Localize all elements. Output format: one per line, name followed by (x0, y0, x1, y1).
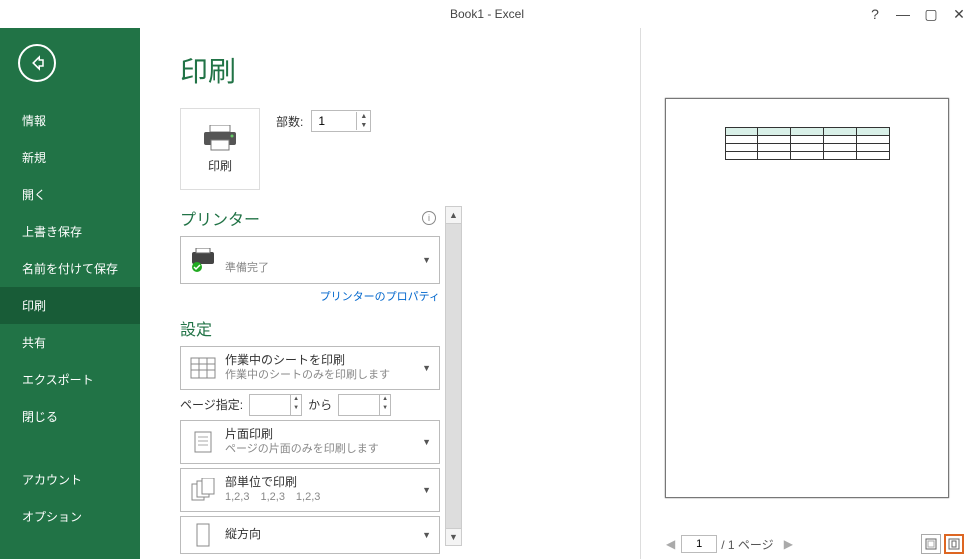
chevron-down-icon: ▼ (422, 530, 431, 540)
page-title: 印刷 (180, 50, 974, 90)
window-title: Book1 - Excel (450, 7, 524, 21)
print-preview (660, 98, 954, 519)
sidebar-item-share[interactable]: 共有 (0, 324, 140, 361)
page-total-label: / 1 ページ (717, 536, 777, 553)
sides-sub: ページの片面のみを印刷します (225, 442, 414, 456)
sidebar-item-new[interactable]: 新規 (0, 139, 140, 176)
chevron-down-icon: ▼ (422, 437, 431, 447)
help-icon[interactable]: ? (866, 6, 884, 22)
sides-title: 片面印刷 (225, 427, 414, 443)
arrow-left-icon (28, 54, 46, 72)
zoom-to-page-button[interactable] (944, 534, 964, 554)
sidebar-item-saveas[interactable]: 名前を付けて保存 (0, 250, 140, 287)
print-button[interactable]: 印刷 (180, 108, 260, 190)
sidebar-item-export[interactable]: エクスポート (0, 361, 140, 398)
zoom-icon (948, 538, 960, 550)
sidebar-item-save[interactable]: 上書き保存 (0, 213, 140, 250)
scroll-up-icon[interactable]: ▲ (446, 207, 461, 224)
page-from-stepper[interactable]: ▲▼ (249, 394, 302, 416)
printer-icon (202, 125, 238, 151)
back-button[interactable] (18, 44, 56, 82)
sidebar-item-options[interactable]: オプション (0, 498, 140, 535)
print-what-dropdown[interactable]: 作業中のシートを印刷作業中のシートのみを印刷します ▼ (180, 346, 440, 390)
show-margins-button[interactable] (921, 534, 941, 554)
chevron-down-icon: ▼ (422, 485, 431, 495)
printer-properties-link[interactable]: プリンターのプロパティ (180, 288, 440, 304)
print-what-title: 作業中のシートを印刷 (225, 353, 414, 369)
copies-label: 部数: (276, 113, 303, 130)
collate-title: 部単位で印刷 (225, 475, 414, 491)
chevron-down-icon: ▼ (422, 363, 431, 373)
sides-dropdown[interactable]: 片面印刷ページの片面のみを印刷します ▼ (180, 420, 440, 464)
chevron-down-icon: ▼ (422, 255, 431, 265)
collate-sub: 1,2,3 1,2,3 1,2,3 (225, 490, 414, 504)
copies-up-icon[interactable]: ▲ (357, 112, 370, 121)
preview-footer: ◀ / 1 ページ ▶ (660, 534, 964, 554)
settings-section-title: 設定 (180, 316, 212, 340)
orientation-title: 縦方向 (225, 527, 414, 543)
printer-status-text: 準備完了 (225, 261, 414, 275)
titlebar: Book1 - Excel ? — ▢ ✕ (0, 0, 974, 28)
close-button[interactable]: ✕ (950, 6, 968, 23)
printer-dropdown[interactable]: 準備完了 ▼ (180, 236, 440, 284)
page-to-stepper[interactable]: ▲▼ (338, 394, 391, 416)
sheets-icon (189, 356, 217, 380)
current-page-input[interactable] (681, 535, 717, 553)
printer-status-icon (189, 248, 217, 272)
sidebar-item-info[interactable]: 情報 (0, 102, 140, 139)
copies-stepper[interactable]: ▲▼ (311, 110, 371, 132)
settings-scrollbar[interactable]: ▲ ▼ (445, 206, 462, 546)
next-page-button[interactable]: ▶ (778, 537, 799, 551)
copies-input[interactable] (312, 114, 356, 128)
sidebar-item-close[interactable]: 閉じる (0, 398, 140, 435)
preview-page (665, 98, 949, 498)
info-icon[interactable]: i (422, 211, 436, 225)
minimize-button[interactable]: — (894, 6, 912, 22)
portrait-icon (189, 523, 217, 547)
print-what-sub: 作業中のシートのみを印刷します (225, 368, 414, 382)
collate-dropdown[interactable]: 部単位で印刷1,2,3 1,2,3 1,2,3 ▼ (180, 468, 440, 512)
window-controls: ? — ▢ ✕ (866, 6, 968, 23)
page-from-input[interactable] (250, 395, 290, 415)
copies-down-icon[interactable]: ▼ (357, 121, 370, 130)
sidebar-item-open[interactable]: 開く (0, 176, 140, 213)
prev-page-button[interactable]: ◀ (660, 537, 681, 551)
page-to-input[interactable] (339, 395, 379, 415)
scroll-down-icon[interactable]: ▼ (446, 528, 461, 545)
vertical-divider (640, 28, 641, 559)
orientation-dropdown[interactable]: 縦方向 ▼ (180, 516, 440, 554)
margins-icon (925, 538, 937, 550)
backstage-sidebar: 情報 新規 開く 上書き保存 名前を付けて保存 印刷 共有 エクスポート 閉じる… (0, 28, 140, 559)
pages-label: ページ指定: (180, 396, 243, 413)
sidebar-item-print[interactable]: 印刷 (0, 287, 140, 324)
print-button-label: 印刷 (208, 157, 232, 174)
maximize-button[interactable]: ▢ (922, 6, 940, 23)
sidebar-item-account[interactable]: アカウント (0, 461, 140, 498)
preview-table (725, 127, 890, 160)
collate-icon (189, 478, 217, 502)
scroll-thumb[interactable] (446, 224, 461, 528)
printer-section-title: プリンター (180, 206, 260, 230)
one-sided-icon (189, 430, 217, 454)
pages-to-label: から (308, 396, 332, 413)
